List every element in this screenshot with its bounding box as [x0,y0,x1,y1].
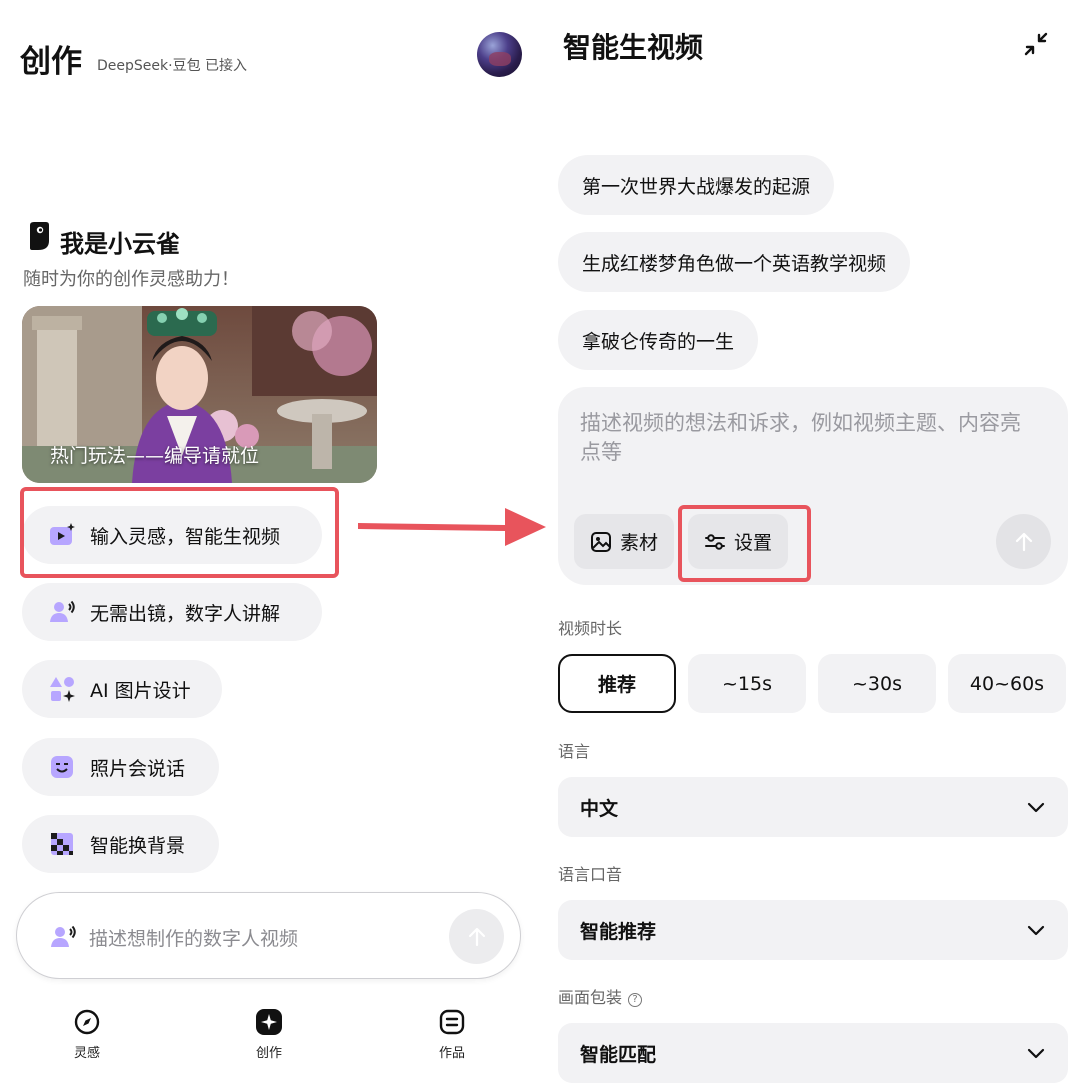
accent-value: 智能推荐 [580,920,657,943]
feature-label: 智能换背景 [90,834,186,857]
arrow-up-icon [1015,532,1032,551]
duration-option-15s[interactable]: ~15s [688,654,806,713]
integration-subtitle: DeepSeek·豆包 已接入 [97,58,248,74]
feature-label: 无需出镜，数字人讲解 [90,602,281,625]
shapes-sparkle-icon [50,677,75,702]
language-select[interactable]: 中文 [558,777,1068,837]
talking-face-icon [51,756,73,778]
assistant-tagline: 随时为你的创作灵感助力！ [23,269,239,290]
prompt-placeholder[interactable]: 描述视频的想法和诉求，例如视频主题、内容亮点等 [580,409,1040,467]
feature-talking-photo[interactable]: 照片会说话 [22,738,219,796]
duration-option-40-60s[interactable]: 40~60s [948,654,1066,713]
compass-icon [74,1009,100,1035]
panel-title: 智能生视频 [563,31,704,64]
bird-logo-icon [30,222,49,250]
assistant-name: 我是小云雀 [60,230,180,258]
packaging-value: 智能匹配 [580,1043,657,1066]
suggestion-chip[interactable]: 拿破仑传奇的一生 [558,310,759,370]
packaging-label-row: 画面包装? [558,984,643,1008]
duration-label: 视频时长 [558,619,623,638]
avatar[interactable] [477,32,522,77]
feature-digital-human[interactable]: 无需出镜，数字人讲解 [22,583,322,641]
digital-human-icon [50,600,75,622]
highlight-box [20,487,339,578]
video-prompt-box[interactable]: 描述视频的想法和诉求，例如视频主题、内容亮点等 素材 设置 [558,387,1068,585]
chevron-down-icon [1027,802,1045,813]
accent-label: 语言口音 [558,865,623,884]
feature-ai-image[interactable]: AI 图片设计 [22,660,222,718]
highlight-box [678,505,811,582]
tab-label: 作品 [438,1046,465,1061]
packaging-select[interactable]: 智能匹配 [558,1023,1068,1083]
tab-works[interactable]: 作品 [422,1008,482,1061]
sparkle-icon [256,1009,282,1035]
tab-label: 创作 [255,1046,282,1061]
suggestion-chip[interactable]: 生成红楼梦角色做一个英语教学视频 [558,232,911,292]
help-icon[interactable]: ? [628,993,643,1007]
hero-banner[interactable]: 热门玩法——编导请就位 [22,306,377,483]
tab-label: 灵感 [73,1046,100,1061]
prompt-placeholder[interactable]: 描述想制作的数字人视频 [89,924,298,951]
duration-option-recommended[interactable]: 推荐 [558,654,676,713]
hero-caption: 热门玩法——编导请就位 [50,445,260,467]
accent-select[interactable]: 智能推荐 [558,900,1068,960]
language-value: 中文 [580,797,619,820]
page-title: 创作 [20,44,82,80]
send-button[interactable] [449,909,504,964]
tab-create[interactable]: 创作 [239,1008,299,1061]
material-button[interactable]: 素材 [574,514,675,569]
feature-label: AI 图片设计 [90,679,191,702]
collapse-icon[interactable] [1022,30,1050,58]
material-label: 素材 [620,532,659,554]
digital-human-icon [51,925,76,947]
arrow-right-icon [358,508,546,546]
background-swap-icon [51,833,73,855]
packaging-label: 画面包装 [558,988,623,1007]
chevron-down-icon [1027,925,1045,936]
suggestion-chip[interactable]: 第一次世界大战爆发的起源 [558,155,835,215]
tab-inspiration[interactable]: 灵感 [57,1008,117,1061]
works-icon [439,1009,465,1035]
digital-human-prompt[interactable]: 描述想制作的数字人视频 [16,892,521,979]
language-label: 语言 [558,742,591,761]
feature-background-swap[interactable]: 智能换背景 [22,815,219,873]
feature-label: 照片会说话 [90,757,186,780]
send-button[interactable] [996,514,1051,569]
image-icon [591,531,611,552]
duration-option-30s[interactable]: ~30s [818,654,936,713]
arrow-up-icon [468,927,485,946]
chevron-down-icon [1027,1048,1045,1059]
